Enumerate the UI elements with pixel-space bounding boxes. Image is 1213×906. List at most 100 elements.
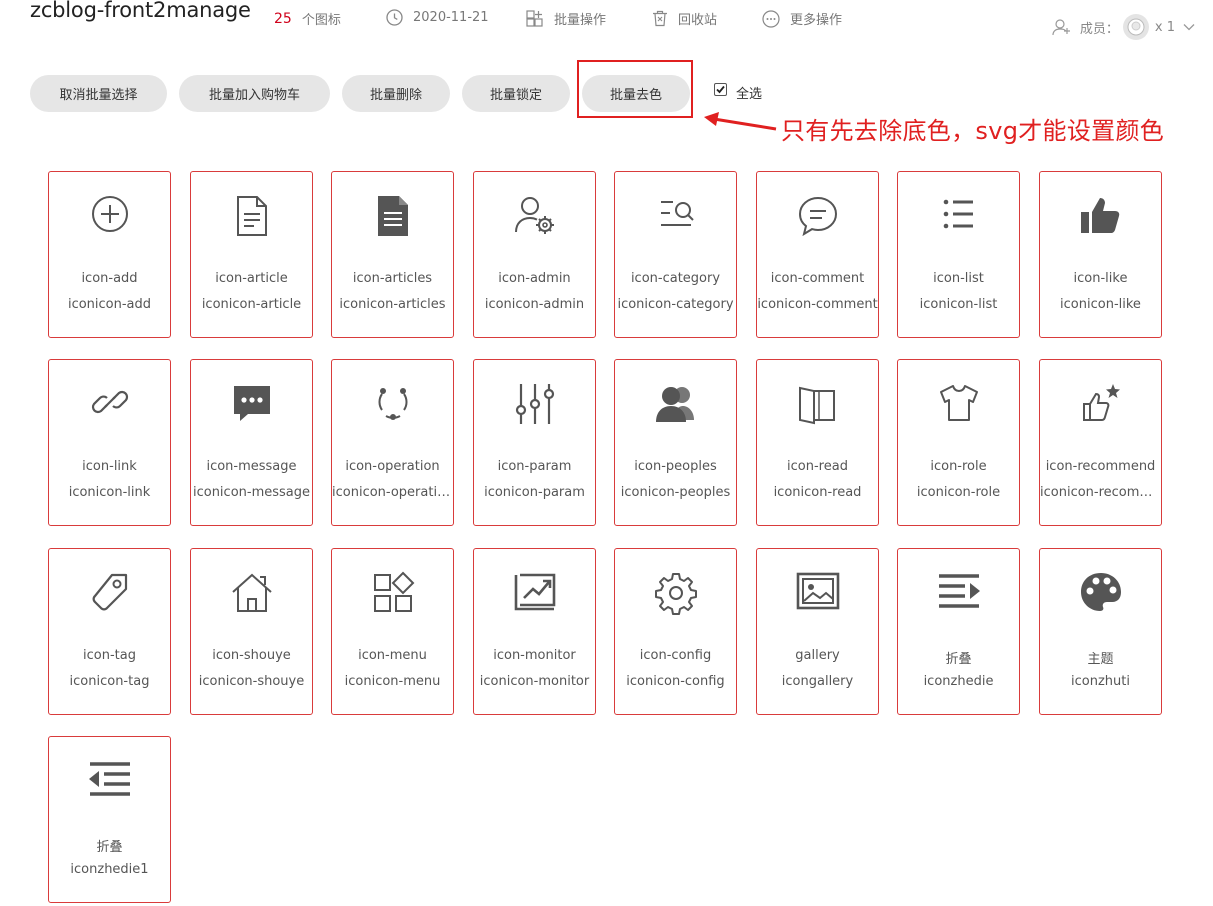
icon-name: icon-admin [498,271,571,286]
members-label: 成员： [1079,21,1119,37]
icon-name: icon-shouye [212,648,291,663]
theme-icon [1040,571,1161,617]
role-icon [898,382,1019,428]
icon-class: iconicon-monitor [479,674,590,689]
avatar-icon [1127,18,1145,36]
icon-class: iconicon-link [68,485,151,500]
icon-class: iconicon-read [773,485,862,500]
icon-name: icon-recommend [1045,459,1156,474]
gallery-icon [757,571,878,617]
icon-card[interactable]: icon-like iconicon-like [1039,171,1162,338]
icon-class: icongallery [781,674,854,689]
batch-ops-link[interactable]: 批量操作 [526,9,606,28]
icon-card[interactable]: 折叠 iconzhedie1 [48,736,171,903]
icon-class: iconicon-comment [757,297,878,312]
recycle-label: 回收站 [678,13,718,28]
icon-count-number: 25 [274,10,292,27]
icon-class: iconicon-recommend [1040,485,1161,500]
icon-card[interactable]: icon-link iconicon-link [48,359,171,526]
icon-class: iconicon-peoples [620,485,731,500]
icon-card[interactable]: icon-article iconicon-article [190,171,313,338]
batch-ops-label: 批量操作 [554,13,607,28]
home-icon [191,571,312,617]
icon-card[interactable]: icon-tag iconicon-tag [48,548,171,715]
grid-plus-icon [526,9,543,27]
members[interactable]: 成员： x 1 [1052,14,1195,40]
param-icon [474,382,595,428]
icon-card[interactable]: icon-role iconicon-role [897,359,1020,526]
icon-class: iconicon-menu [344,674,441,689]
icon-card[interactable]: icon-list iconicon-list [897,171,1020,338]
recycle-link[interactable]: 回收站 [652,9,717,28]
icon-class: iconicon-articles [339,297,446,312]
icon-count: 25 个图标 [274,9,341,29]
fold-icon [898,571,1019,617]
icon-card[interactable]: icon-peoples iconicon-peoples [614,359,737,526]
icon-name: gallery [795,648,840,663]
icon-card[interactable]: icon-monitor iconicon-monitor [473,548,596,715]
operation-icon [332,382,453,428]
icon-class: iconicon-list [919,297,998,312]
icon-card[interactable]: icon-comment iconicon-comment [756,171,879,338]
recommend-icon [1040,382,1161,428]
icon-class: iconicon-role [916,485,1001,500]
icon-card[interactable]: icon-articles iconicon-articles [331,171,454,338]
more-ops-link[interactable]: 更多操作 [762,9,842,28]
icon-card[interactable]: icon-admin iconicon-admin [473,171,596,338]
icon-class: iconzhedie [923,674,994,689]
cancel-batch-button[interactable]: 取消批量选择 [30,75,167,112]
icon-name: icon-link [82,459,137,474]
icon-card[interactable]: icon-message iconicon-message [190,359,313,526]
chevron-down-icon[interactable] [1183,23,1195,31]
date-text: 2020-11-21 [413,10,489,25]
select-all-checkbox[interactable] [714,83,727,96]
icon-card[interactable]: icon-param iconicon-param [473,359,596,526]
icon-card[interactable]: icon-read iconicon-read [756,359,879,526]
icon-card[interactable]: icon-operation iconicon-operation [331,359,454,526]
icon-card[interactable]: icon-add iconicon-add [48,171,171,338]
members-count: x 1 [1154,19,1175,35]
icon-class: iconicon-category [617,297,734,312]
icon-class: iconicon-add [67,297,152,312]
icon-class: iconicon-message [192,485,311,500]
add-to-cart-button[interactable]: 批量加入购物车 [179,75,330,112]
select-all[interactable]: 全选 [714,83,762,102]
batch-lock-button[interactable]: 批量锁定 [462,75,570,112]
icon-card[interactable]: icon-config iconicon-config [614,548,737,715]
icon-name: icon-peoples [634,459,717,474]
unfold-icon [49,759,170,805]
read-icon [757,382,878,428]
icon-name: icon-like [1073,271,1128,286]
articles-icon [332,194,453,240]
comment-icon [757,194,878,240]
icon-card[interactable]: icon-category iconicon-category [614,171,737,338]
top-bar: zcblog-front2manage 25 个图标 2020-11-21 批量… [0,0,1213,40]
monitor-icon [474,571,595,617]
icon-card[interactable]: 折叠 iconzhedie [897,548,1020,715]
icon-class: iconicon-param [484,485,585,500]
icon-name: icon-list [933,271,984,286]
user-icon [1052,19,1070,36]
icon-name: 折叠 [96,840,123,855]
tag-icon [49,571,170,617]
like-icon [1040,194,1161,240]
batch-delete-button[interactable]: 批量删除 [342,75,450,112]
icon-name: icon-comment [770,271,865,286]
select-all-label: 全选 [736,87,763,102]
icon-name: icon-param [497,459,572,474]
icon-class: iconicon-like [1060,297,1141,312]
icon-name: icon-tag [83,648,136,663]
icon-card[interactable]: icon-recommend iconicon-recommend [1039,359,1162,526]
icon-name: icon-articles [352,271,433,286]
highlight-box [577,60,693,118]
avatar[interactable] [1122,14,1149,40]
check-icon [716,85,725,94]
icon-card[interactable]: gallery icongallery [756,548,879,715]
icon-card[interactable]: icon-shouye iconicon-shouye [190,548,313,715]
icon-card[interactable]: icon-menu iconicon-menu [331,548,454,715]
icon-card[interactable]: 主题 iconzhuti [1039,548,1162,715]
icon-name: icon-article [215,271,288,286]
article-icon [191,194,312,240]
peoples-icon [615,382,736,428]
config-icon [615,571,736,617]
